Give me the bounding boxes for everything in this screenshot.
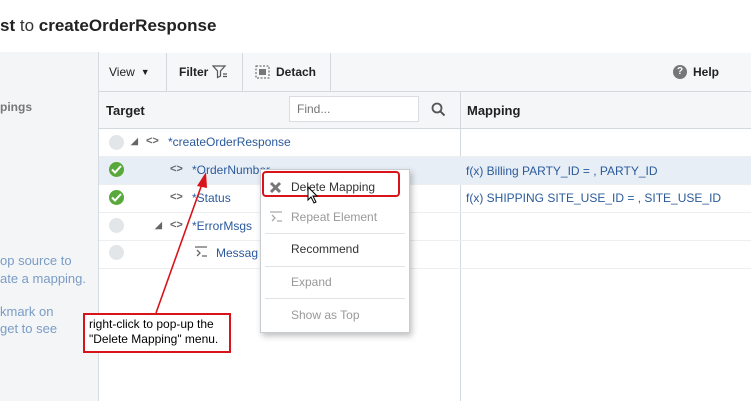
toolbar-divider [166,53,167,91]
element-icon: <> [170,191,183,203]
element-icon: <> [146,135,159,147]
view-label: View [109,65,135,79]
mouse-cursor-icon [307,186,319,204]
filter-icon [212,65,228,79]
title-bar: st to createOrderResponse [0,0,751,52]
annotation-callout: right-click to pop-up the "Delete Mappin… [83,313,231,353]
column-header-row: Target Mapping [99,92,751,129]
tree-node-label[interactable]: *Status [192,191,231,205]
detach-label: Detach [276,65,317,79]
help-label: Help [693,65,720,79]
tree-node-label[interactable]: *createOrderResponse [168,135,291,149]
menu-item-repeat-element[interactable]: Repeat Element [261,202,409,232]
mapped-check-icon [109,162,124,177]
hint-line: op source to [0,253,72,268]
expand-triangle-icon[interactable]: ◢ [155,220,162,231]
element-icon: <> [170,219,183,231]
caret-down-icon: ▼ [140,67,150,77]
menu-item-label: Show as Top [291,308,360,322]
toolbar: View ▼ Filter Detach ? Help [99,53,751,92]
delete-mapping-highlight [262,171,400,197]
unmapped-status-icon [109,135,124,150]
callout-line: "Delete Mapping" menu. [89,332,219,346]
toolbar-divider [330,53,331,91]
expand-triangle-icon[interactable]: ◢ [131,136,138,147]
menu-item-label: Repeat Element [291,210,378,224]
repeat-element-icon [195,246,207,257]
hint-line: kmark on [0,304,54,319]
mappings-heading: pings [0,100,32,114]
help-icon: ? [673,65,687,79]
unmapped-status-icon [109,245,124,260]
mapping-column-header: Mapping [467,103,521,118]
mapping-expression[interactable]: f(x) Billing PARTY_ID = , PARTY_ID [466,164,658,178]
target-column-header: Target [106,103,145,118]
tree-node-label[interactable]: *OrderNumber [192,163,270,177]
unmapped-status-icon [109,218,124,233]
element-icon: <> [170,163,183,175]
menu-item-label: Expand [291,275,332,289]
menu-item-show-as-top[interactable]: Show as Top [261,300,409,330]
hint-line: ate a mapping. [0,271,87,286]
find-input[interactable] [289,96,419,122]
callout-line: right-click to pop-up the [89,317,214,331]
hint-line: get to see [0,321,58,336]
filter-label: Filter [179,65,209,79]
mapped-check-icon [109,190,124,205]
menu-item-recommend[interactable]: Recommend [261,234,409,264]
toolbar-divider [242,53,243,91]
menu-separator [265,298,405,299]
detach-button[interactable]: Detach [245,53,329,91]
tree-node-label[interactable]: Messag [216,246,258,260]
menu-item-expand[interactable]: Expand [261,267,409,297]
mapping-expression[interactable]: f(x) SHIPPING SITE_USE_ID = , SITE_USE_I… [466,191,721,205]
filter-button[interactable]: Filter [169,53,241,91]
repeat-element-icon [270,211,282,222]
view-menu-button[interactable]: View ▼ [99,53,163,91]
tree-node-label[interactable]: *ErrorMsgs [192,219,252,233]
help-button[interactable]: ? Help [663,53,733,91]
detach-icon [255,65,270,79]
search-icon[interactable] [431,102,446,117]
menu-item-label: Recommend [291,242,360,256]
page-title: st to createOrderResponse [0,16,217,35]
